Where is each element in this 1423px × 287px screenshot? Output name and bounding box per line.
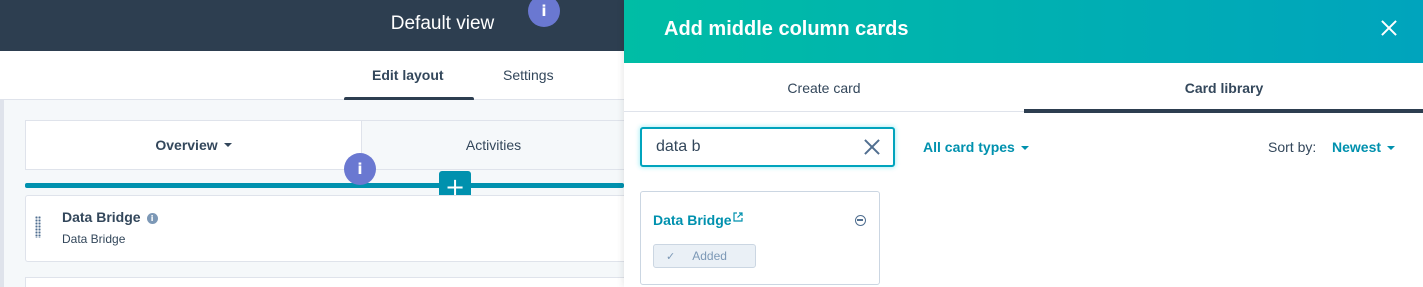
layout-card-subtitle: Data Bridge <box>62 232 126 246</box>
layout-card[interactable]: Data Bridge i Data Bridge <box>25 195 624 262</box>
external-link-icon <box>732 212 743 222</box>
clear-search-icon[interactable] <box>864 139 880 155</box>
active-tab-indicator <box>1024 109 1423 113</box>
left-column-edge <box>0 100 4 287</box>
search-field[interactable] <box>640 127 895 167</box>
tab-create-card[interactable]: Create card <box>624 63 1024 112</box>
editor-tabs: Edit layout Settings <box>0 51 624 101</box>
layout-card-title-text: Data Bridge <box>62 209 141 225</box>
chevron-down-icon <box>223 143 232 147</box>
panel-tabs: Create card Card library <box>624 63 1423 113</box>
tab-settings[interactable]: Settings <box>503 67 554 83</box>
tab-activities[interactable]: Activities <box>362 121 625 169</box>
chevron-down-icon <box>1387 146 1396 151</box>
tab-overview[interactable]: Overview <box>26 121 362 169</box>
check-icon: ✓ <box>666 249 676 263</box>
sort-dropdown[interactable]: Newest <box>1332 139 1396 155</box>
card-type-filter-label: All card types <box>923 139 1015 155</box>
added-button-label: Added <box>692 249 727 263</box>
tab-card-library[interactable]: Card library <box>1024 63 1423 112</box>
close-icon[interactable] <box>1380 19 1398 37</box>
info-badge-icon[interactable]: i <box>344 153 376 185</box>
library-card-title-text: Data Bridge <box>653 212 732 228</box>
layout-card[interactable] <box>25 277 624 287</box>
card-drop-indicator <box>25 183 624 188</box>
panel-title: Add middle column cards <box>664 18 909 40</box>
chevron-down-icon <box>1020 146 1029 151</box>
panel-header: Add middle column cards <box>624 0 1423 63</box>
drag-handle-icon[interactable] <box>35 216 41 238</box>
tab-edit-layout[interactable]: Edit layout <box>372 67 444 83</box>
card-type-filter[interactable]: All card types <box>923 139 1029 155</box>
sort-label: Sort by: <box>1268 139 1317 155</box>
status-icon <box>855 215 866 226</box>
layout-card-title: Data Bridge i <box>62 209 158 225</box>
added-button: ✓ Added <box>653 244 756 268</box>
sort-value: Newest <box>1332 139 1382 155</box>
column-tabs: Overview Activities <box>25 120 625 170</box>
library-card-title[interactable]: Data Bridge <box>653 212 743 228</box>
tab-overview-label: Overview <box>155 137 218 153</box>
search-input[interactable] <box>656 137 846 157</box>
add-cards-panel: Add middle column cards Create card Card… <box>624 0 1423 287</box>
library-card: Data Bridge ✓ Added <box>640 191 880 285</box>
info-icon[interactable]: i <box>146 213 158 224</box>
